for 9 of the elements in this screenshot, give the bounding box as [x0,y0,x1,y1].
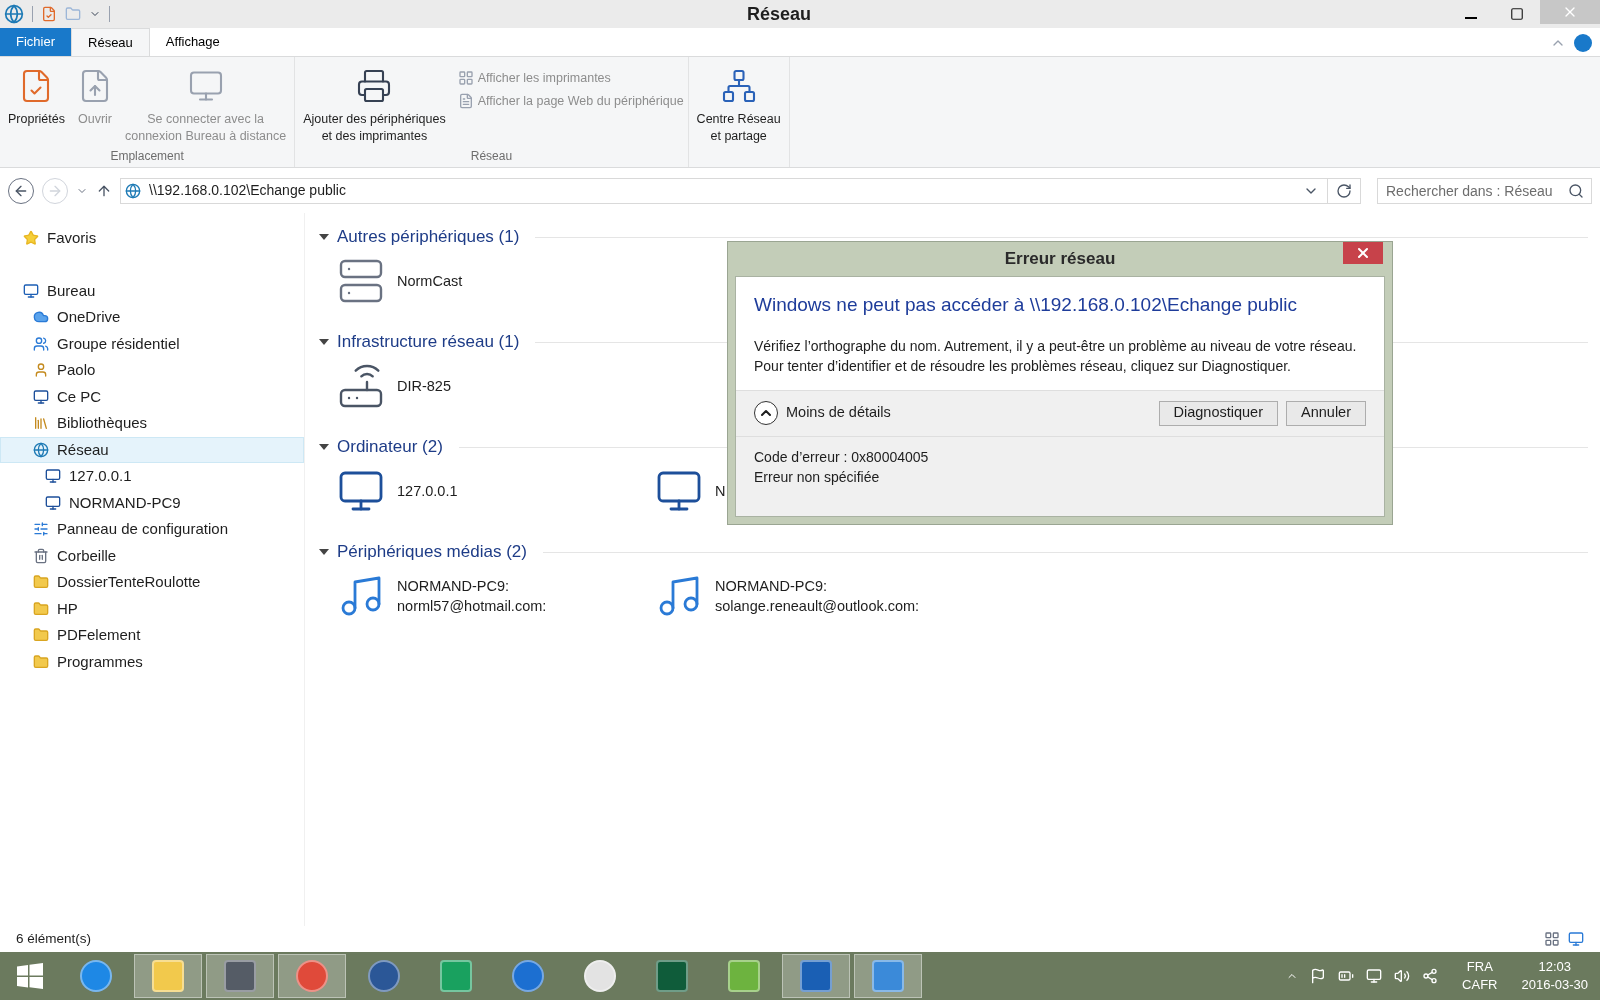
ribbon-group-label: Réseau [470,148,513,165]
window-title: Réseau [746,2,811,26]
ribbon-group-label: Emplacement [110,148,184,165]
error-detail: Code d’erreur : 0x80004005 [754,447,930,467]
error-detail: Erreur non spécifiée [754,467,881,487]
dialog-message: Vérifiez l’orthographe du nom. Autrement, il y a peut-être un problème au niveau de votre réseau. Pour tenter d’identifier et de résoudre les problèmes réseau, cliquez sur Diagnostiquer. [754,336,1358,376]
dialog-heading: Windows ne peut pas accéder à \\192.168.0.102\Echange public [754,293,1298,317]
dialog-title: Erreur réseau [1004,248,1116,271]
item-count: 6 élément(s) [16,929,92,948]
